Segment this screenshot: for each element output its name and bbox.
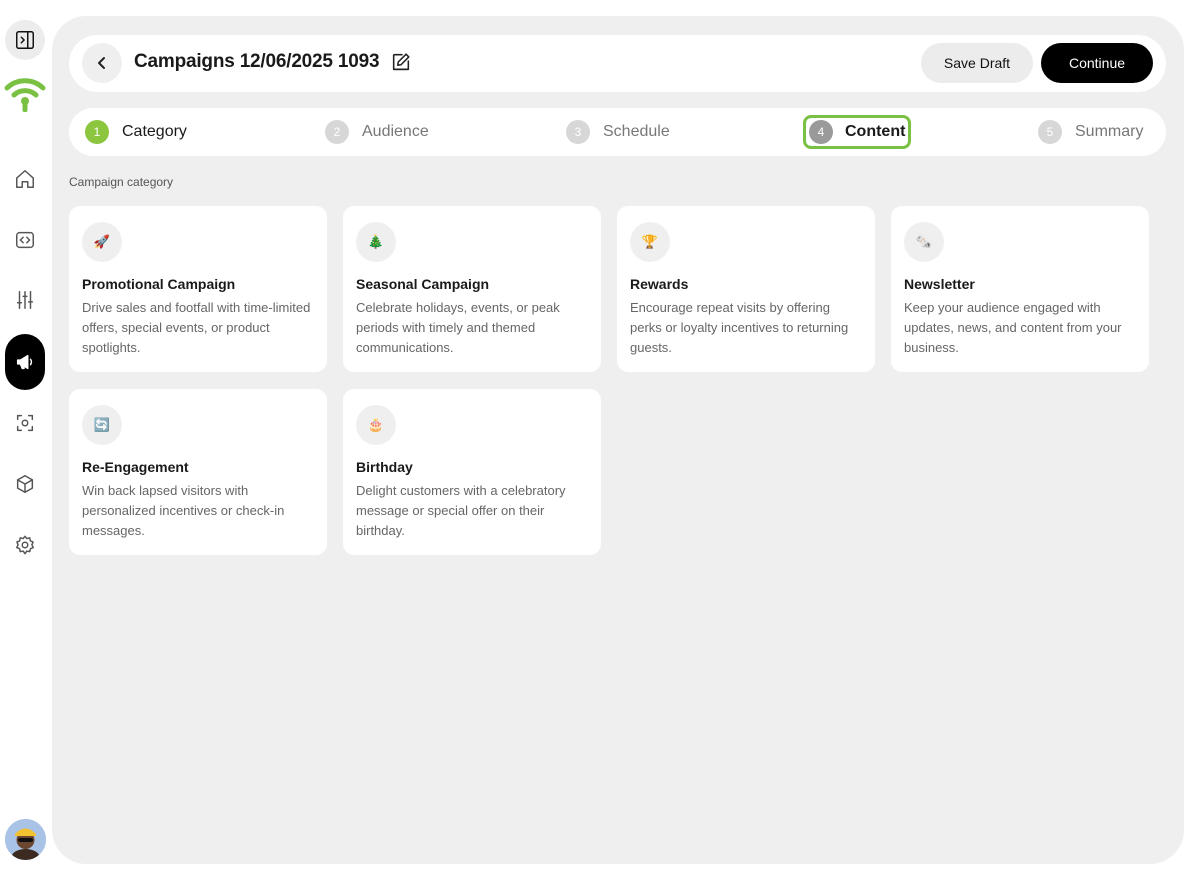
stepper: 1 Category 2 Audience 3 Schedule 4 Conte… [69,108,1166,156]
pencil-icon [392,53,410,71]
newspaper-icon: 🗞️ [904,222,944,262]
card-description: Delight customers with a celebratory mes… [356,483,566,538]
step-highlight: 4 Content [803,115,912,149]
card-description: Encourage repeat visits by offering perk… [630,300,849,355]
page-title: Campaigns 12/06/2025 1093 [134,51,380,72]
category-card-seasonal[interactable]: 🎄 Seasonal Campaign Celebrate holidays, … [343,206,601,372]
back-button[interactable] [82,43,122,83]
step-label: Category [122,123,187,140]
edit-title-button[interactable] [390,51,414,75]
category-card-rewards[interactable]: 🏆 Rewards Encourage repeat visits by off… [617,206,875,372]
step-schedule[interactable]: 3 Schedule [566,108,670,156]
toggle-sidebar-icon[interactable] [5,20,45,60]
sidebar [0,0,52,880]
step-summary[interactable]: 5 Summary [1038,108,1143,156]
sliders-icon[interactable] [5,280,45,320]
card-description: Keep your audience engaged with updates,… [904,300,1122,355]
step-category[interactable]: 1 Category [85,108,187,156]
card-title: Re-Engagement [82,459,189,475]
avatar[interactable] [5,819,46,860]
tree-icon: 🎄 [356,222,396,262]
scan-icon[interactable] [5,403,45,443]
step-number: 1 [85,120,109,144]
cube-icon[interactable] [5,464,45,504]
card-description: Drive sales and footfall with time-limit… [82,300,311,355]
step-number: 4 [809,120,833,144]
card-description: Celebrate holidays, events, or peak peri… [356,300,560,355]
trophy-icon: 🏆 [630,222,670,262]
category-card-promotional[interactable]: 🚀 Promotional Campaign Drive sales and f… [69,206,327,372]
section-label: Campaign category [69,175,174,189]
code-icon[interactable] [5,220,45,260]
home-icon[interactable] [5,159,45,199]
rocket-icon: 🚀 [82,222,122,262]
step-number: 2 [325,120,349,144]
category-card-re-engagement[interactable]: 🔄 Re-Engagement Win back lapsed visitors… [69,389,327,555]
save-draft-button[interactable]: Save Draft [921,43,1033,83]
gear-icon[interactable] [5,525,45,565]
step-audience[interactable]: 2 Audience [325,108,429,156]
step-number: 3 [566,120,590,144]
step-label: Summary [1075,123,1144,140]
wifi-logo-icon [4,74,46,113]
app-window: Campaigns 12/06/2025 1093 Save Draft Con… [0,0,1200,880]
step-label: Schedule [603,123,670,140]
card-title: Birthday [356,459,413,475]
chevron-left-icon [98,57,105,69]
category-card-newsletter[interactable]: 🗞️ Newsletter Keep your audience engaged… [891,206,1149,372]
step-label: Content [845,123,906,140]
step-number: 5 [1038,120,1062,144]
category-card-birthday[interactable]: 🎂 Birthday Delight customers with a cele… [343,389,601,555]
card-title: Seasonal Campaign [356,276,490,292]
card-title: Rewards [630,276,689,292]
card-description: Win back lapsed visitors with personaliz… [82,483,285,538]
continue-button[interactable]: Continue [1041,43,1153,83]
card-title: Newsletter [904,276,975,292]
card-title: Promotional Campaign [82,276,236,292]
top-bar: Campaigns 12/06/2025 1093 Save Draft Con… [69,35,1166,92]
cake-icon: 🎂 [356,405,396,445]
step-content[interactable]: 4 Content [803,108,912,156]
main-panel: Campaigns 12/06/2025 1093 Save Draft Con… [52,16,1184,864]
step-label: Audience [362,123,429,140]
refresh-icon: 🔄 [82,405,122,445]
megaphone-icon[interactable] [5,334,45,390]
